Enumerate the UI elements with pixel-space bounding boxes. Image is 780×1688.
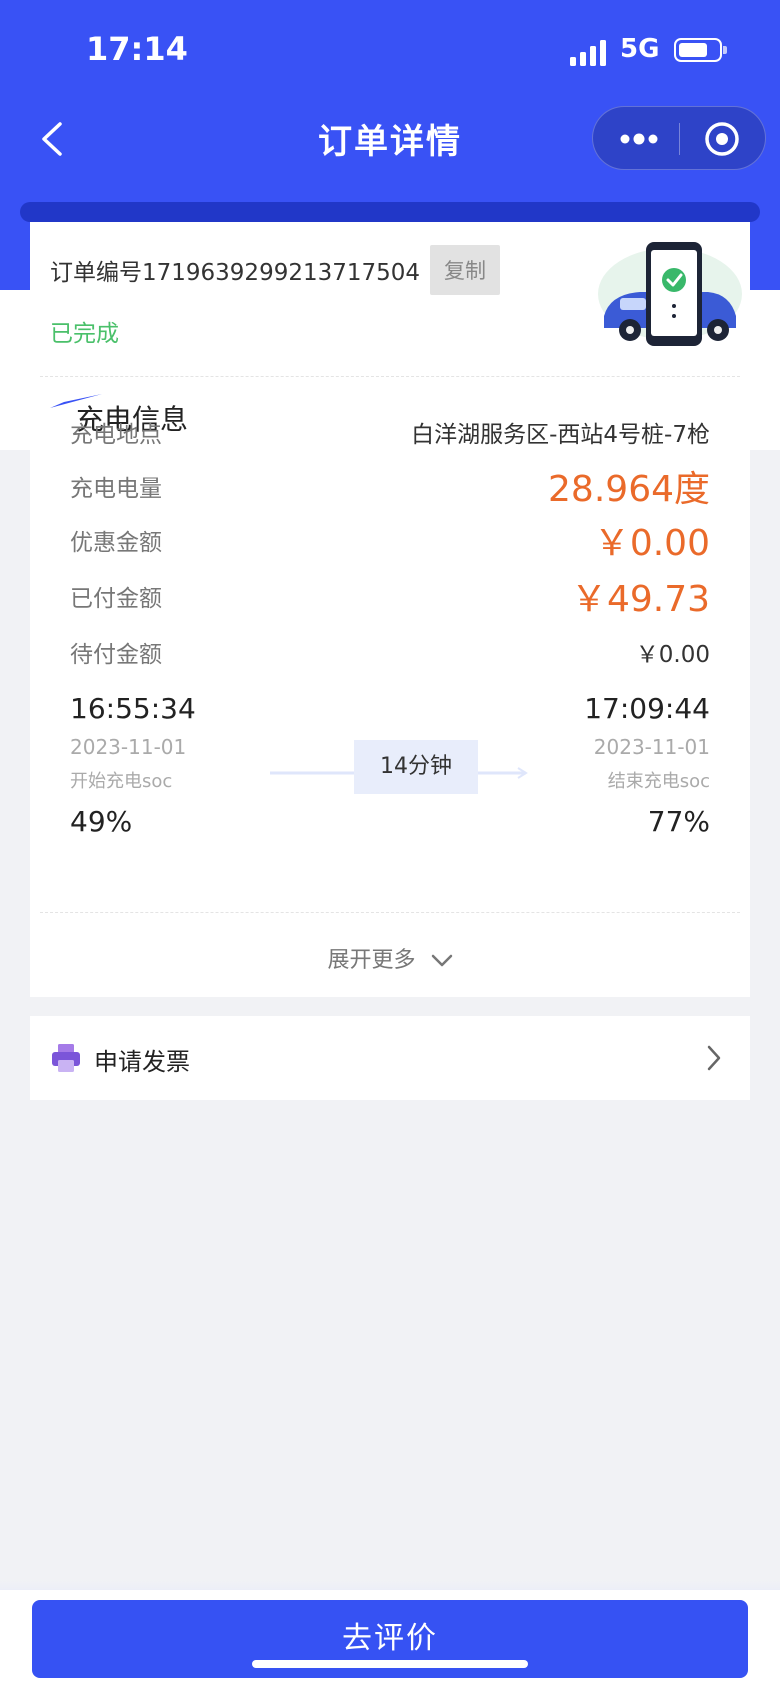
printer-icon bbox=[52, 1044, 80, 1072]
duration-badge: 14分钟 bbox=[354, 740, 478, 794]
info-row-discount: 优惠金额 ￥0.00 bbox=[70, 520, 710, 564]
info-value: ￥0.00 bbox=[593, 523, 710, 564]
order-status: 已完成 bbox=[50, 321, 119, 347]
divider bbox=[40, 376, 740, 377]
order-number-row: 订单编号1719639299213717504 复制 bbox=[50, 245, 501, 295]
signal-icon bbox=[570, 40, 606, 66]
order-number: 订单编号1719639299213717504 bbox=[50, 260, 421, 286]
start-date: 2023-11-01 bbox=[70, 735, 187, 759]
end-soc-label: 结束充电soc bbox=[607, 771, 710, 792]
end-soc: 77% bbox=[647, 805, 710, 838]
info-row-paid: 已付金额 ￥49.73 bbox=[70, 576, 710, 620]
more-dots-icon bbox=[620, 133, 658, 145]
charging-car-illustration bbox=[598, 242, 742, 346]
start-time: 16:55:34 bbox=[70, 692, 196, 725]
more-button[interactable] bbox=[615, 117, 665, 161]
status-bar: 17:14 5G bbox=[0, 0, 780, 100]
invoice-label: 申请发票 bbox=[94, 1048, 190, 1076]
info-row-energy: 充电电量 28.964度 bbox=[70, 466, 710, 510]
nav-bar: 订单详情 bbox=[0, 100, 780, 180]
mini-program-capsule bbox=[592, 106, 766, 170]
info-label: 已付金额 bbox=[70, 586, 162, 612]
capsule-divider bbox=[679, 123, 680, 155]
info-value: 白洋湖服务区-西站4号桩-7枪 bbox=[411, 422, 710, 448]
battery-icon bbox=[674, 38, 727, 62]
chevron-right-icon bbox=[707, 1045, 721, 1071]
invoice-row[interactable]: 申请发票 bbox=[30, 1016, 750, 1100]
timeline-end: 17:09:44 2023-11-01 结束充电soc 77% bbox=[584, 692, 710, 838]
start-soc: 49% bbox=[70, 805, 133, 838]
charging-timeline: 16:55:34 2023-11-01 开始充电soc 49% 14分钟 17:… bbox=[70, 692, 710, 838]
info-value: 28.964度 bbox=[548, 469, 710, 510]
target-icon bbox=[705, 122, 739, 156]
timeline-start: 16:55:34 2023-11-01 开始充电soc 49% bbox=[70, 692, 196, 838]
info-row-location: 充电地点 白洋湖服务区-西站4号桩-7枪 bbox=[70, 412, 710, 452]
ticket-strip bbox=[20, 202, 760, 222]
status-time: 17:14 bbox=[86, 30, 188, 68]
home-indicator bbox=[252, 1660, 528, 1668]
info-row-pending: 待付金额 ￥0.00 bbox=[70, 632, 710, 672]
info-label: 充电电量 bbox=[70, 476, 162, 502]
close-mini-program-button[interactable] bbox=[697, 117, 747, 161]
network-type: 5G bbox=[620, 34, 660, 64]
info-label: 待付金额 bbox=[70, 642, 162, 668]
start-soc-label: 开始充电soc bbox=[70, 771, 173, 792]
order-card: 订单编号1719639299213717504 复制 已完成 充电信息 充电地点… bbox=[30, 222, 750, 997]
copy-button[interactable]: 复制 bbox=[430, 245, 501, 295]
info-value: ￥0.00 bbox=[635, 642, 710, 668]
info-label: 优惠金额 bbox=[70, 530, 162, 556]
expand-more-button[interactable]: 展开更多 bbox=[30, 942, 750, 974]
end-time: 17:09:44 bbox=[584, 692, 710, 725]
chevron-down-icon bbox=[431, 954, 452, 967]
expand-label: 展开更多 bbox=[327, 948, 416, 973]
end-date: 2023-11-01 bbox=[593, 735, 710, 759]
info-label: 充电地点 bbox=[70, 422, 162, 448]
divider bbox=[40, 912, 740, 913]
info-value: ￥49.73 bbox=[570, 579, 710, 620]
